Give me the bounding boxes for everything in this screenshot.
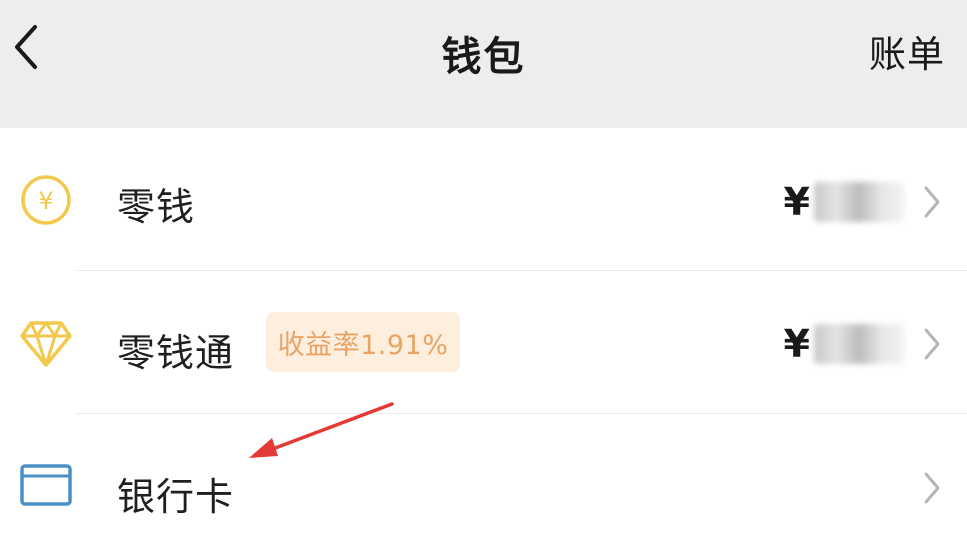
chevron-right-icon	[919, 182, 945, 222]
list-item-label: 零钱通	[117, 331, 235, 375]
yield-rate-badge: 收益率1.91%	[266, 312, 460, 372]
redacted-amount	[814, 324, 904, 364]
list-item-lingqiantong[interactable]: 零钱通 收益率1.91% ¥	[0, 272, 967, 414]
list-item-label: 银行卡	[117, 475, 235, 519]
diamond-icon	[20, 321, 72, 367]
row-divider	[76, 270, 967, 271]
wallet-screen: 钱包 账单 ¥ 零钱 ¥ 零钱通 收益率1.91% ¥ 银行卡	[0, 0, 967, 535]
chevron-right-icon	[919, 468, 945, 508]
amount-prefix: ¥	[783, 180, 810, 224]
nav-header: 钱包 账单	[0, 0, 967, 128]
lingqiantong-amount: ¥	[784, 322, 904, 366]
bill-button[interactable]: 账单	[869, 24, 945, 78]
list-item-bank-card[interactable]: 银行卡	[0, 414, 967, 535]
bank-card-icon	[20, 464, 72, 506]
amount-prefix: ¥	[783, 322, 810, 366]
redacted-amount	[814, 182, 904, 222]
svg-text:¥: ¥	[38, 187, 53, 215]
yuan-coin-icon: ¥	[21, 175, 71, 225]
list-item-change[interactable]: ¥ 零钱 ¥	[0, 130, 967, 272]
page-title: 钱包	[441, 34, 526, 80]
change-amount: ¥	[784, 180, 904, 224]
list-item-label: 零钱	[117, 185, 196, 229]
chevron-right-icon	[919, 324, 945, 364]
